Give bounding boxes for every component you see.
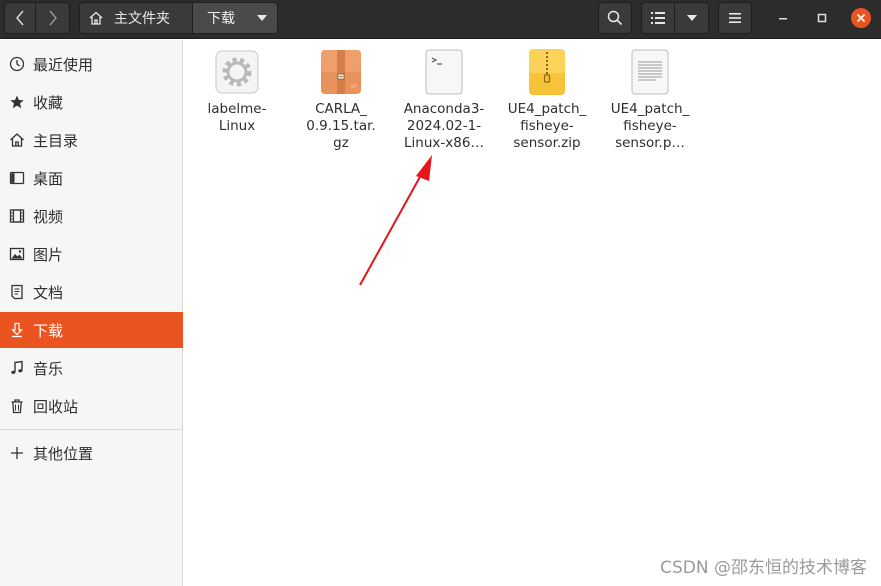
maximize-button[interactable] (812, 8, 832, 28)
file-name: UE4_patch_ fisheye- sensor.zip (507, 101, 587, 151)
sidebar-item-label: 主目录 (33, 131, 79, 150)
sidebar-item-label: 文档 (33, 283, 64, 302)
path-current-button[interactable]: 下载 (193, 2, 278, 34)
star-icon (9, 94, 25, 110)
sidebar-item-label: 视频 (33, 207, 64, 226)
sidebar-item-label: 音乐 (33, 359, 64, 378)
view-options-button[interactable] (675, 2, 709, 34)
sidebar-item-music[interactable]: 音乐 (0, 350, 183, 386)
text-file-icon (626, 48, 674, 96)
close-icon (856, 13, 866, 23)
file-item[interactable]: UE4_patch_ fisheye- sensor.zip (497, 48, 597, 152)
file-view: labelme- Linux CARLA_ 0.9.15.tar. gz Ana… (184, 40, 881, 586)
document-icon (9, 284, 25, 300)
list-view-icon (651, 12, 665, 24)
watermark: CSDN @邵东恒的技术博客 (660, 558, 867, 578)
hamburger-menu-icon (729, 13, 741, 23)
search-icon (607, 10, 623, 26)
chevron-left-icon (16, 10, 24, 26)
sidebar-item-pictures[interactable]: 图片 (0, 236, 183, 272)
sidebar-item-other-locations[interactable]: 其他位置 (0, 435, 183, 471)
view-list-button[interactable] (641, 2, 675, 34)
sidebar-item-label: 其他位置 (33, 444, 94, 463)
minimize-button[interactable] (773, 8, 793, 28)
file-name: Anaconda3- 2024.02-1- Linux-x86… (403, 101, 485, 151)
sidebar-item-recent[interactable]: 最近使用 (0, 46, 183, 82)
desktop-icon (9, 170, 25, 186)
minimize-icon (779, 18, 787, 20)
home-icon (89, 11, 103, 25)
sidebar-item-starred[interactable]: 收藏 (0, 84, 183, 120)
sidebar-item-desktop[interactable]: 桌面 (0, 160, 183, 196)
executable-gear-icon (213, 48, 261, 96)
film-icon (9, 208, 25, 224)
sidebar-item-label: 收藏 (33, 93, 64, 112)
forward-button[interactable] (36, 2, 70, 34)
file-name: UE4_patch_ fisheye- sensor.p… (610, 101, 690, 151)
sidebar-item-label: 桌面 (33, 169, 64, 188)
sidebar-item-videos[interactable]: 视频 (0, 198, 183, 234)
file-name: CARLA_ 0.9.15.tar. gz (306, 101, 376, 151)
sidebar-item-trash[interactable]: 回收站 (0, 388, 183, 424)
terminal-script-icon (420, 48, 468, 96)
sidebar-item-downloads[interactable]: 下载 (0, 312, 183, 348)
close-button[interactable] (851, 8, 871, 28)
back-button[interactable] (4, 2, 36, 34)
zip-icon (523, 48, 571, 96)
plus-icon (9, 445, 25, 461)
file-item[interactable]: UE4_patch_ fisheye- sensor.p… (600, 48, 700, 152)
caret-down-icon (686, 15, 697, 21)
sidebar-item-label: 图片 (33, 245, 64, 264)
picture-icon (9, 246, 25, 262)
sidebar-item-label: 回收站 (33, 397, 79, 416)
sidebar-separator (0, 429, 183, 430)
clock-icon (9, 56, 25, 72)
file-item[interactable]: CARLA_ 0.9.15.tar. gz (291, 48, 391, 152)
path-home-button[interactable]: 主文件夹 (79, 2, 193, 34)
sidebar-item-home[interactable]: 主目录 (0, 122, 183, 158)
file-name: labelme- Linux (207, 101, 267, 134)
main-menu-button[interactable] (718, 2, 752, 34)
path-current-label: 下载 (207, 11, 235, 27)
search-button[interactable] (598, 2, 632, 34)
file-item[interactable]: Anaconda3- 2024.02-1- Linux-x86… (394, 48, 494, 152)
archive-icon (317, 48, 365, 96)
sidebar-item-documents[interactable]: 文档 (0, 274, 183, 310)
caret-down-icon (257, 15, 267, 21)
header-bar: 主文件夹 下载 (0, 0, 881, 39)
path-home-label: 主文件夹 (114, 11, 170, 27)
path-bar: 主文件夹 下载 (79, 2, 278, 34)
download-icon (9, 322, 25, 338)
trash-icon (9, 398, 25, 414)
music-icon (9, 360, 25, 376)
chevron-right-icon (48, 10, 57, 26)
sidebar-item-label: 下载 (33, 321, 64, 340)
sidebar: 最近使用 收藏 主目录 桌面 视频 图片 文档 下载 音乐 回收站 其他位置 (0, 40, 183, 586)
home-icon (9, 132, 25, 148)
sidebar-item-label: 最近使用 (33, 55, 94, 74)
file-manager-window: 主文件夹 下载 最近使用 收藏 主目录 桌面 视频 图片 文档 下载 音乐 回收… (0, 0, 881, 586)
file-item[interactable]: labelme- Linux (187, 48, 287, 135)
maximize-icon (817, 13, 827, 23)
